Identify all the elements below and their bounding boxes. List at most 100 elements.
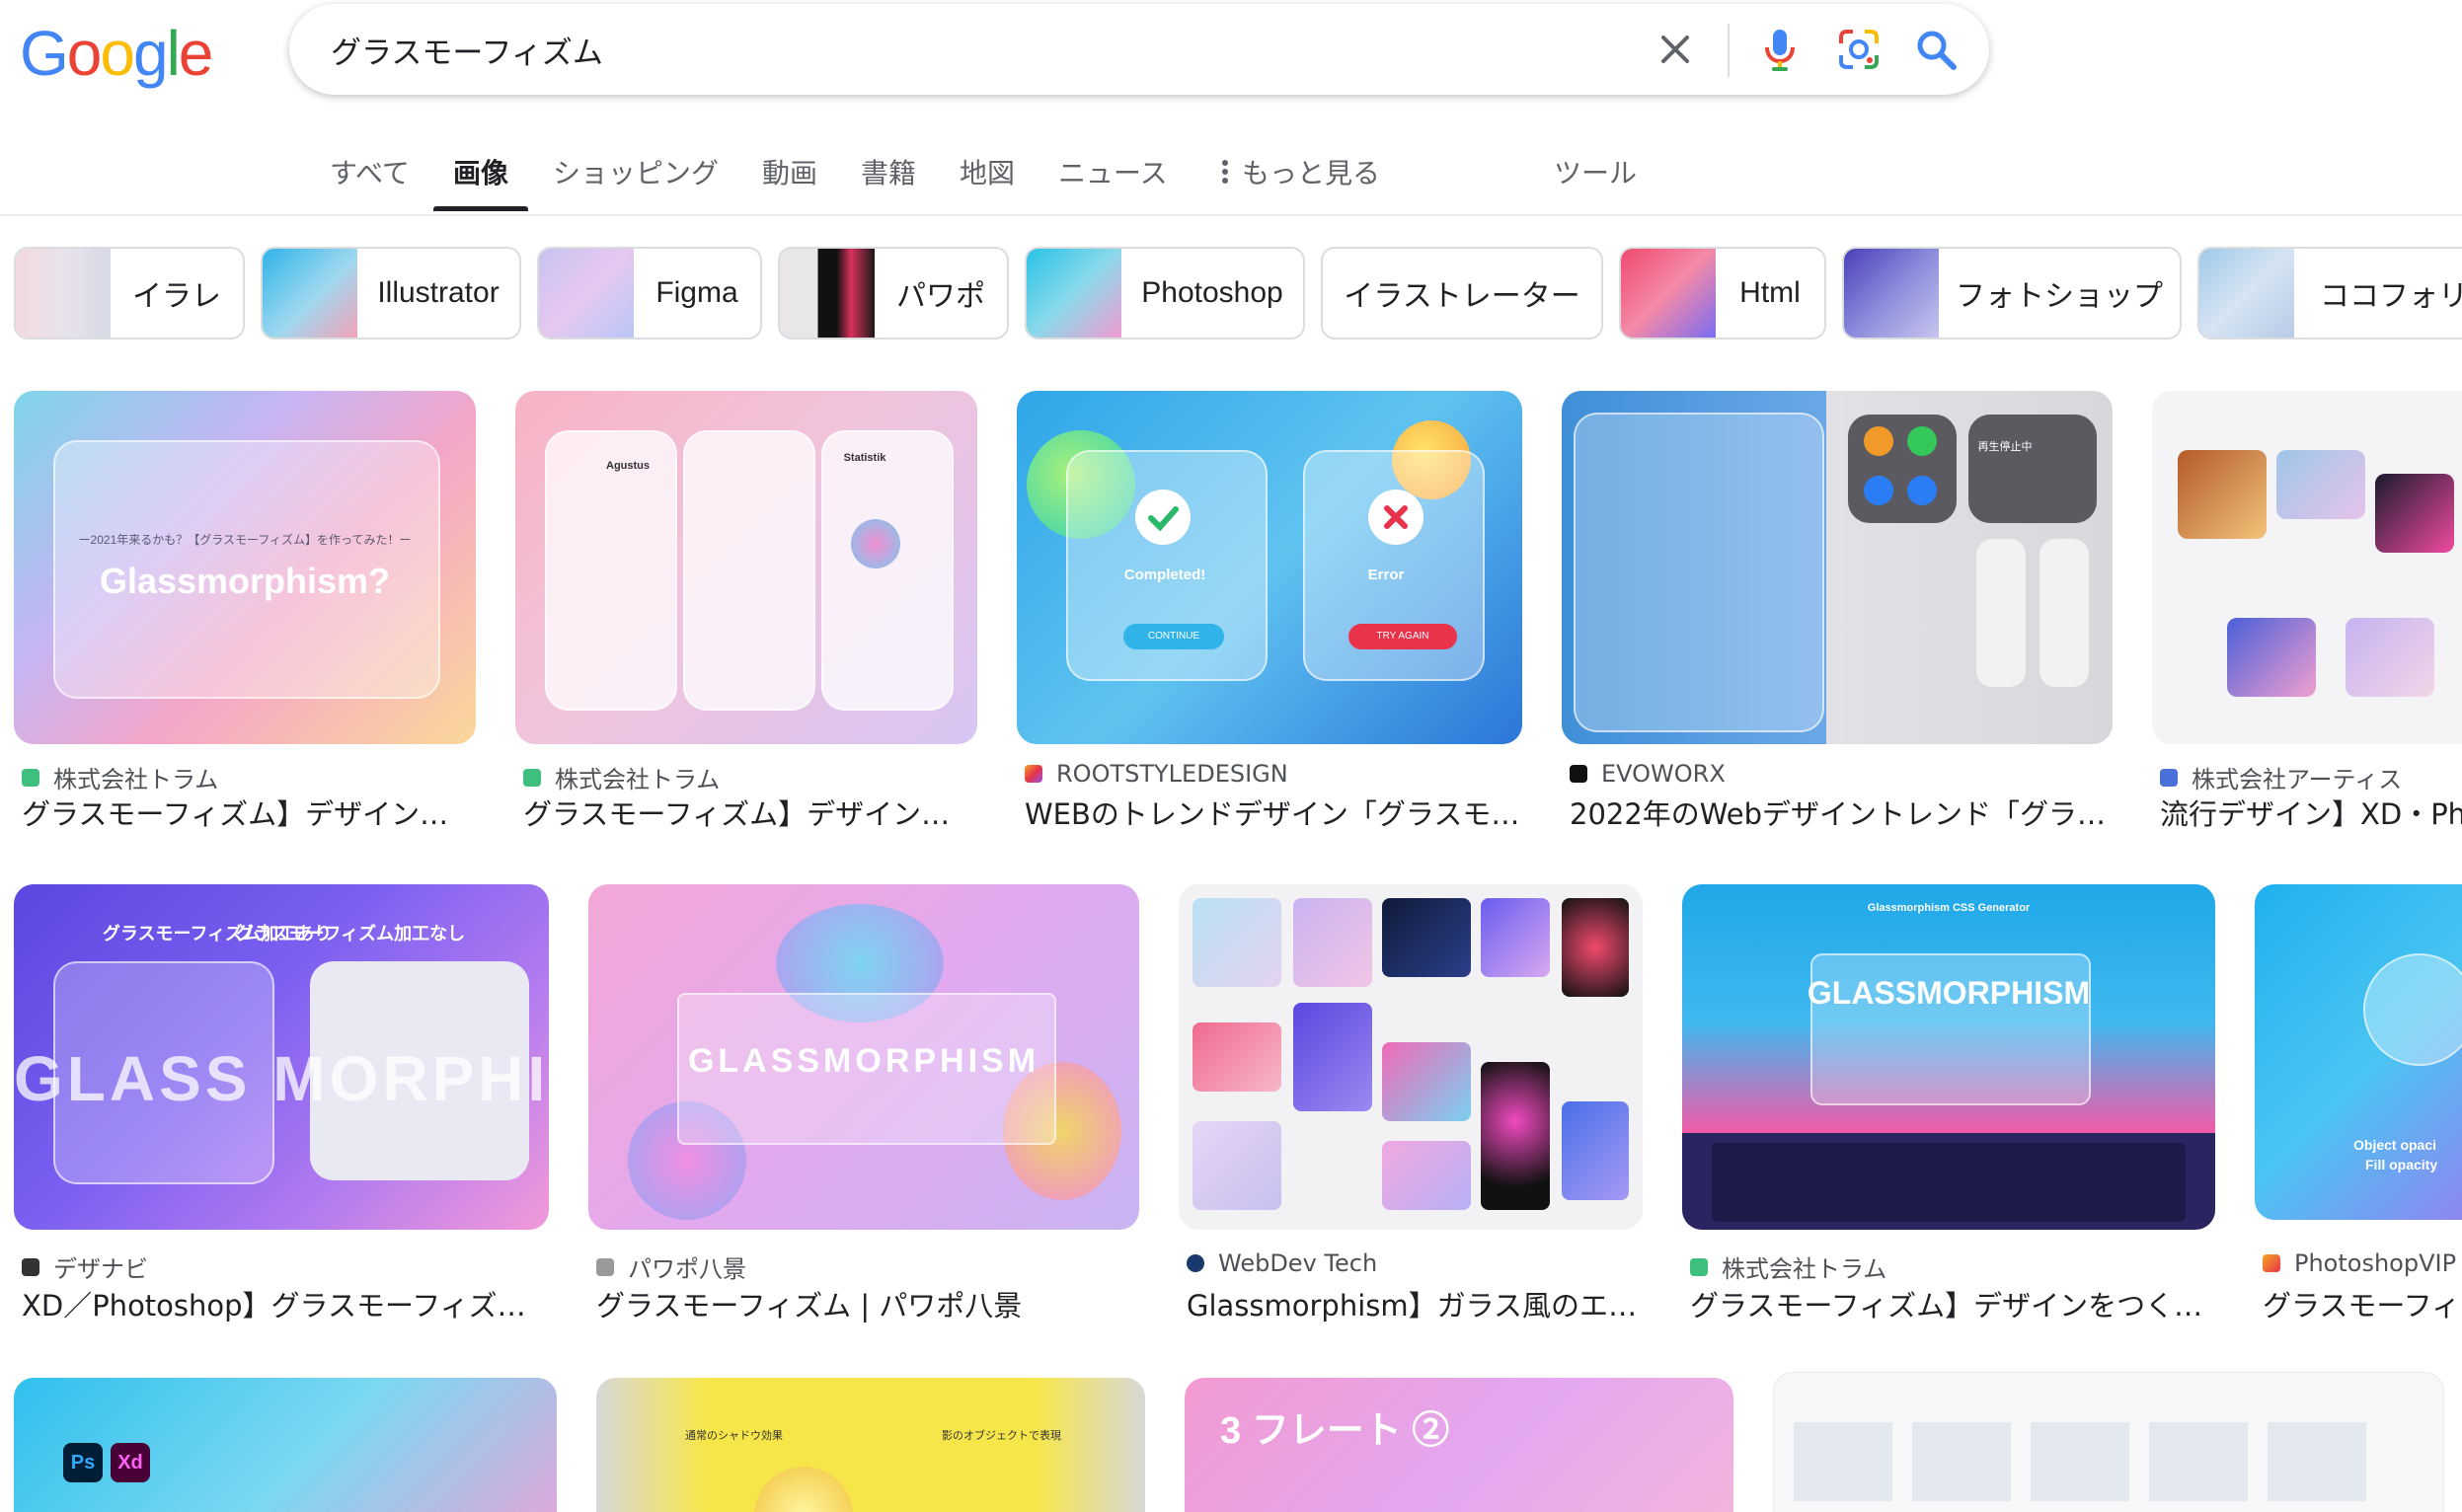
image-result[interactable]: GLASSMORPHISM パワポ八景 グラスモーフィズム | パワポ八景 [588,884,1139,1328]
thumbnail-tile [1293,1003,1372,1111]
search-input[interactable]: グラスモーフィズム [331,28,603,72]
chip-cocofolia[interactable]: ココフォリア [2197,247,2462,340]
image-result[interactable]: WebDev Tech Glassmorphism】ガラス風のエフ… [1179,884,1643,1328]
result-title[interactable]: グラスモーフィズム】デザインを… [523,792,977,833]
image-result[interactable]: Object opaci Fill opacity PhotoshopVIP グ… [2255,884,2462,1328]
chip-thumbnail [2199,249,2294,338]
thumbnail-tile [2346,618,2434,697]
tab-videos[interactable]: 動画 [762,152,817,191]
search-button[interactable] [1910,24,1962,75]
result-title[interactable]: XD／Photoshop】グラスモーフィズム… [22,1283,549,1324]
result-title[interactable]: グラスモーフィズム】デザインを… [22,792,476,833]
continue-button-image: CONTINUE [1123,624,1224,649]
image-result[interactable]: 株式会社アーティス 流行デザイン】XD・Pho [2152,391,2462,835]
image-result[interactable]: 再生停止中 EVOWORX 2022年のWebデザイントレンド「グラ… [1562,391,2113,835]
tab-news[interactable]: ニュース [1058,152,1168,191]
wifi-icon [1864,476,1893,505]
gradient-blob [754,1467,853,1512]
chip-photoshop-jp[interactable]: フォトショップ [1842,247,2182,340]
image-result[interactable]: 3 フレート ② [1185,1378,1733,1512]
logo-letter: g [132,18,169,89]
image-result[interactable]: グラスモーフィズム加工あり グラスモーフィズム加工なし GLASS MORPHI… [14,884,549,1328]
chip-thumbnail [1621,249,1716,338]
thumbnail-tile [2268,1422,2366,1501]
thumbnail-tile [1193,1121,1281,1210]
result-source: 株式会社アーティス [2160,760,2402,794]
thumbnail-tile [2227,618,2316,697]
thumb-title: 3 フレート ② [1220,1410,1450,1452]
result-thumbnail: Object opaci Fill opacity [2255,884,2462,1220]
site-favicon-icon [523,768,541,787]
result-title[interactable]: 流行デザイン】XD・Pho [2160,792,2462,833]
chip-html[interactable]: Html [1619,247,1826,340]
tab-images[interactable]: 画像 [453,152,508,191]
thumbnail-tile [1481,1062,1550,1210]
media-group [1968,415,2097,523]
chip-thumbnail [539,249,634,338]
control-panel [1574,413,1824,732]
result-title[interactable]: グラスモーフィズム | パワポ八景 [596,1283,1139,1324]
microphone-icon [1765,30,1795,71]
error-icon [1368,490,1423,545]
site-favicon-icon [22,768,39,787]
thumb-caption: Error [1367,567,1405,583]
image-result[interactable]: 通常のシャドウ効果 影のオブジェクトで表現 [596,1378,1145,1512]
image-result[interactable]: Ps Xd [14,1378,557,1512]
result-thumbnail: Completed! Error CONTINUE TRY AGAIN [1017,391,1522,744]
tab-maps[interactable]: 地図 [960,152,1015,191]
image-result[interactable]: Completed! Error CONTINUE TRY AGAIN ROOT… [1017,391,1522,835]
thumbnail-tile [1382,898,1471,977]
chip-irare[interactable]: イラレ [14,247,245,340]
chip-illustrator-jp[interactable]: イラストレーター [1321,247,1603,340]
result-thumbnail [1773,1372,2444,1512]
settings-panel [1712,1143,2186,1222]
thumbnail-tile [1912,1422,2011,1501]
search-box[interactable]: グラスモーフィズム [289,4,1989,95]
tab-all[interactable]: すべて [330,152,410,191]
tab-more[interactable]: もっと見る [1218,152,1380,191]
thumb-title: GLASSMORPHISM [1807,975,2091,1011]
phone-mockup [821,430,954,711]
result-thumbnail [1179,884,1643,1230]
result-title[interactable]: Glassmorphism】ガラス風のエフ… [1187,1283,1643,1324]
result-title[interactable]: グラスモーフィズム】デザインをつく… [1690,1283,2215,1324]
result-source: PhotoshopVIP [2263,1249,2456,1277]
source-name: PhotoshopVIP [2294,1249,2457,1277]
voice-search-button[interactable] [1754,24,1806,75]
thumbnail-tile [1481,898,1550,977]
thumbnail-tile [1193,1022,1281,1092]
image-result[interactable]: ー2021年来るかも？【グラスモーフィズム】を作ってみた！ー Glassmorp… [14,391,476,835]
result-title[interactable]: WEBのトレンドデザイン「グラスモ… [1025,792,1522,833]
result-title[interactable]: グラスモーフィズ [2263,1283,2462,1324]
chip-label: Illustrator [377,276,500,309]
logo-letter: l [166,18,181,89]
thumbnail-tile [1382,1042,1471,1121]
site-favicon-icon [1690,1257,1708,1276]
google-logo[interactable]: Google [20,14,213,93]
gradient-blob [851,519,900,568]
chip-label: Figma [655,276,738,309]
clear-search-button[interactable] [1652,26,1699,73]
chip-pawapo[interactable]: パワポ [778,247,1009,340]
tab-books[interactable]: 書籍 [861,152,916,191]
search-divider [1728,24,1730,77]
chip-label: ココフォリア [2320,280,2462,313]
result-thumbnail: Ps Xd [14,1378,557,1512]
chip-figma[interactable]: Figma [537,247,762,340]
result-title[interactable]: 2022年のWebデザイントレンド「グラ… [1570,792,2113,833]
tab-shopping[interactable]: ショッピング [553,152,719,191]
result-source: 株式会社トラム [22,760,218,794]
chip-illustrator[interactable]: Illustrator [261,247,521,340]
thumbnail-tile [1562,1101,1629,1200]
tools-button[interactable]: ツール [1554,152,1637,191]
active-tab-indicator [433,206,528,211]
image-result[interactable] [1773,1372,2444,1512]
image-result[interactable]: Agustus Statistik 株式会社トラム グラスモーフィズム】デザイン… [515,391,977,835]
chip-thumbnail [1027,249,1121,338]
thumbnail-tile [1382,1141,1471,1210]
chip-photoshop[interactable]: Photoshop [1025,247,1305,340]
image-search-button[interactable] [1833,24,1885,75]
chip-label: フォトショップ [1956,280,2163,313]
result-source: WebDev Tech [1187,1249,1377,1277]
image-result[interactable]: Glassmorphism CSS Generator GLASSMORPHIS… [1682,884,2215,1328]
